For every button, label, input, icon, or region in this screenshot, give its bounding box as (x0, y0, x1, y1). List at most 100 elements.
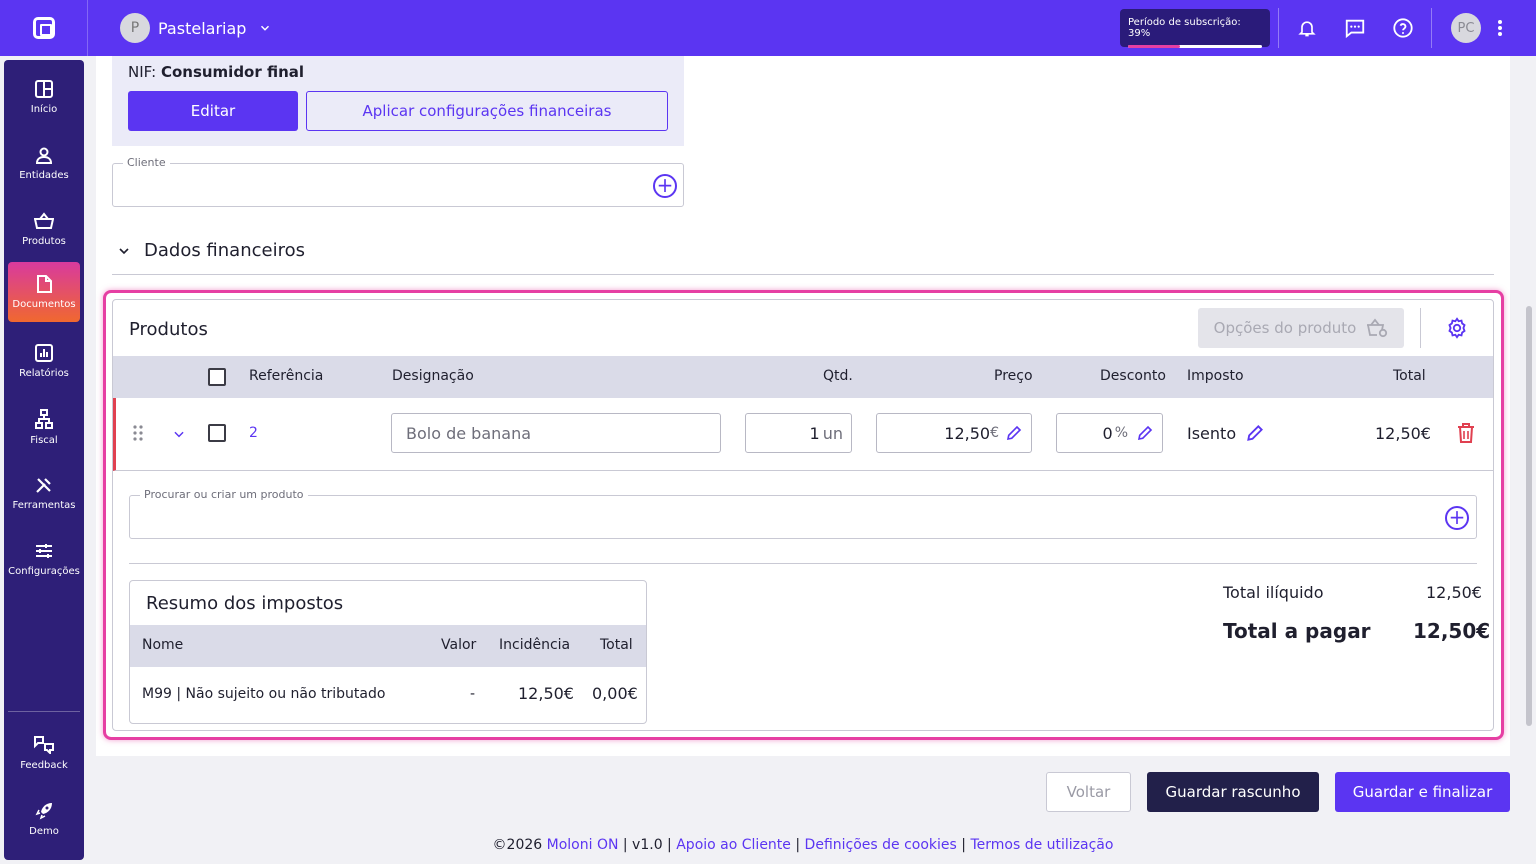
footer-copyright: ©2026 (492, 837, 547, 853)
help-icon[interactable] (1391, 16, 1415, 40)
nif-line: NIF: Consumidor final (128, 63, 304, 81)
chat-icon[interactable] (1343, 16, 1367, 40)
document-icon (37, 274, 52, 293)
sidebar-item-label: Ferramentas (12, 499, 76, 511)
sidebar-item-produtos[interactable]: Produtos (8, 200, 80, 258)
sidebar-item-label: Produtos (22, 235, 66, 247)
footer-brand-link[interactable]: Moloni ON (547, 837, 619, 853)
tax-column-name: Nome (142, 637, 184, 653)
user-icon (35, 147, 53, 164)
drag-handle-icon[interactable] (133, 425, 143, 441)
products-table-header: Referência Designação Qtd. Preço Descont… (113, 356, 1493, 398)
select-all-checkbox[interactable] (208, 368, 226, 386)
sidebar-item-feedback[interactable]: Feedback (8, 724, 80, 782)
user-avatar[interactable]: PC (1451, 13, 1481, 43)
product-options-label: Opções do produto (1213, 319, 1357, 337)
more-vert-icon[interactable] (1488, 16, 1512, 40)
sidebar-item-label: Relatórios (19, 367, 69, 379)
sidebar-item-ferramentas[interactable]: Ferramentas (8, 464, 80, 522)
column-reference: Referência (249, 368, 324, 384)
financial-data-title: Dados financeiros (144, 240, 305, 261)
bell-icon[interactable] (1295, 16, 1319, 40)
sidebar-item-label: Fiscal (30, 434, 58, 446)
pencil-icon[interactable] (1136, 424, 1154, 442)
save-draft-button[interactable]: Guardar rascunho (1147, 772, 1319, 812)
sidebar-item-documentos[interactable]: Documentos (8, 262, 80, 322)
tools-icon (36, 477, 51, 493)
company-name: Pastelariap (158, 18, 247, 38)
column-price: Preço (994, 368, 1033, 384)
back-button[interactable]: Voltar (1046, 772, 1131, 812)
subscription-period[interactable]: Período de subscrição: 39% (1120, 9, 1270, 48)
tax-row-name: M99 | Não sujeito ou não tributado (142, 686, 386, 702)
footer-separator: | (956, 837, 971, 853)
sidebar-item-label: Demo (29, 825, 59, 837)
footer: ©2026 Moloni ON | v1.0 | Apoio ao Client… (0, 837, 1536, 853)
sidebar-item-entidades[interactable]: Entidades (8, 134, 80, 192)
gear-icon[interactable] (1446, 317, 1468, 339)
footer-support-link[interactable]: Apoio ao Cliente (676, 837, 791, 853)
qty-input[interactable]: 1 un (745, 413, 852, 453)
sidebar-item-label: Configurações (8, 565, 80, 577)
footer-cookies-link[interactable]: Definições de cookies (805, 837, 957, 853)
financial-data-toggle[interactable]: Dados financeiros (116, 240, 305, 261)
sidebar-item-fiscal[interactable]: Fiscal (8, 398, 80, 456)
row-reference-link[interactable]: 2 (249, 425, 258, 441)
edit-button[interactable]: Editar (128, 91, 298, 131)
basket-icon (34, 211, 54, 229)
tax-row-value: - (470, 686, 476, 702)
logo-icon (32, 17, 55, 39)
discount-unit: % (1114, 425, 1128, 441)
save-and-finalize-button[interactable]: Guardar e finalizar (1335, 772, 1510, 812)
tax-row-incidence: 12,50€ (518, 684, 574, 703)
apply-financial-settings-button[interactable]: Aplicar configurações financeiras (306, 91, 668, 131)
column-discount: Desconto (1100, 368, 1166, 384)
trash-icon[interactable] (1457, 423, 1475, 443)
app-logo[interactable] (0, 0, 88, 56)
scrollbar[interactable] (1526, 306, 1532, 726)
tax-column-incidence: Incidência (499, 637, 571, 653)
product-search-field[interactable]: Procurar ou criar um produto + (129, 488, 1477, 539)
divider (1420, 308, 1421, 348)
subscription-label: Período de subscrição: 39% (1128, 17, 1241, 39)
discount-value: 0 (1102, 423, 1113, 443)
sidebar-item-label: Início (30, 103, 58, 115)
price-value: 12,50 (944, 423, 991, 443)
client-card: NIF: Consumidor final Editar Aplicar con… (112, 56, 684, 146)
sidebar-item-relatorios[interactable]: Relatórios (8, 332, 80, 390)
footer-terms-link[interactable]: Termos de utilização (970, 837, 1113, 853)
table-row: 2 Bolo de banana 1 un 12,50 € 0 % Isento… (113, 398, 1493, 471)
products-section: Produtos Opções do produto Referência De… (112, 299, 1494, 731)
row-checkbox[interactable] (208, 424, 226, 442)
divider (1278, 8, 1279, 48)
footer-separator: | (790, 837, 805, 853)
discount-input[interactable]: 0 % (1056, 413, 1163, 453)
pencil-icon[interactable] (1005, 424, 1023, 442)
sidebar-item-configuracoes[interactable]: Configurações (8, 530, 80, 588)
total-to-pay-label: Total a pagar (1223, 619, 1371, 643)
client-field-legend: Cliente (123, 156, 170, 169)
pencil-icon[interactable] (1245, 423, 1265, 443)
price-input[interactable]: 12,50 € (876, 413, 1032, 453)
total-to-pay-value: 12,50€ (1413, 619, 1491, 643)
basket-settings-icon (1367, 318, 1388, 338)
tax-summary-title: Resumo dos impostos (146, 593, 344, 614)
product-search-legend: Procurar ou criar um produto (140, 488, 308, 501)
sidebar-item-label: Documentos (12, 298, 76, 310)
client-field[interactable]: Cliente + (112, 156, 684, 207)
add-product-icon[interactable]: + (1445, 506, 1469, 530)
sidebar-item-inicio[interactable]: Início (8, 68, 80, 126)
product-options-button[interactable]: Opções do produto (1198, 308, 1404, 348)
tax-summary: Resumo dos impostos Nome Valor Incidênci… (129, 580, 647, 724)
chevron-down-icon[interactable] (172, 427, 186, 441)
designation-input[interactable]: Bolo de banana (391, 413, 721, 453)
company-selector[interactable]: P Pastelariap (120, 13, 272, 43)
rocket-icon (35, 802, 52, 819)
add-client-icon[interactable]: + (653, 174, 677, 198)
hierarchy-icon (35, 408, 53, 429)
sidebar: Início Entidades Produtos Documentos Rel… (4, 60, 84, 860)
tax-column-total: Total (600, 637, 633, 653)
net-total-label: Total ilíquido (1223, 583, 1324, 602)
column-total: Total (1393, 368, 1426, 384)
grid-icon (35, 79, 53, 98)
